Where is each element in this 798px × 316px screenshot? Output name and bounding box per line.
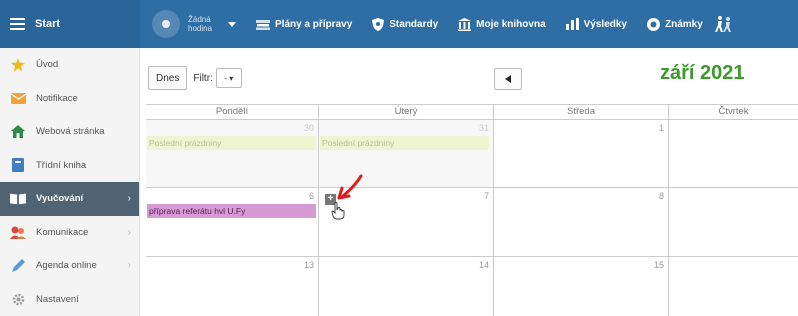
sidebar-item-label: Třídní kniha	[36, 159, 87, 171]
sidebar-item-label: Notifikace	[36, 92, 78, 104]
previous-month-button[interactable]	[494, 68, 522, 90]
nav-plans[interactable]: Plány a přípravy	[256, 19, 352, 30]
day-number: 7	[483, 191, 489, 201]
sidebar-item-uvod[interactable]: Úvod	[0, 48, 139, 82]
calendar-week: 30 Poslední prázdniny 31 Poslední prázdn…	[146, 120, 798, 188]
chevron-right-icon: ›	[127, 193, 131, 205]
nav-grades[interactable]: Známky	[647, 17, 703, 31]
notebook-icon	[10, 158, 26, 173]
holiday-event[interactable]: Poslední prázdniny	[320, 136, 489, 150]
day-number: 13	[303, 260, 314, 270]
sidebar-item-tridni-kniha[interactable]: Třídní kniha	[0, 149, 139, 183]
sidebar-item-label: Úvod	[36, 59, 59, 71]
nav-plans-label: Plány a přípravy	[275, 18, 353, 30]
hamburger-menu-icon[interactable]	[10, 18, 25, 30]
sidebar-item-agenda-online[interactable]: Agenda online ›	[0, 249, 139, 283]
day-number: 14	[478, 260, 489, 270]
chevron-right-icon: ›	[127, 226, 131, 238]
day-headers: Pondělí Úterý Středa Čtvrtek	[146, 104, 798, 120]
people-icon	[10, 225, 26, 239]
nav-results[interactable]: Výsledky	[565, 18, 627, 30]
calendar-day-cell[interactable]: 14	[319, 257, 494, 316]
calendar-day-cell[interactable]	[669, 257, 798, 316]
library-icon	[458, 17, 472, 31]
day-header: Úterý	[319, 105, 494, 119]
calendar-grid: Pondělí Úterý Středa Čtvrtek 30 Poslední…	[146, 104, 798, 316]
calendar-day-cell[interactable]: 1	[494, 120, 669, 187]
no-hour-selector[interactable]: Žádná hodina	[152, 10, 236, 38]
day-number: 31	[478, 123, 489, 133]
hand-cursor-icon	[331, 202, 345, 220]
calendar-day-cell[interactable]	[669, 120, 798, 187]
day-number: 30	[303, 123, 314, 133]
task-event[interactable]: příprava referátu hvl U.Fy	[147, 204, 316, 218]
start-label: Start	[35, 18, 61, 30]
calendar-day-cell[interactable]: 15	[494, 257, 669, 316]
calendar-day-cell[interactable]: 30 Poslední prázdniny	[146, 120, 319, 187]
top-navigation-bar: Start Žádná hodina Plány a přípravy Stan…	[0, 0, 798, 48]
nav-library-label: Moje knihovna	[476, 18, 546, 30]
day-header: Pondělí	[146, 105, 319, 119]
sidebar-item-label: Webová stránka	[36, 126, 105, 138]
day-number: 6	[308, 191, 314, 201]
triangle-left-icon	[505, 75, 511, 83]
book-stack-icon	[256, 19, 270, 30]
today-button[interactable]: Dnes	[148, 66, 188, 90]
shield-icon	[372, 17, 385, 31]
sidebar-item-komunikace[interactable]: Komunikace ›	[0, 216, 139, 250]
sidebar-item-notifikace[interactable]: Notifikace	[0, 82, 139, 116]
calendar-day-cell[interactable]: 8	[494, 188, 669, 256]
star-icon	[10, 57, 26, 72]
sidebar-item-webova-stranka[interactable]: Webová stránka	[0, 115, 139, 149]
badge-icon	[647, 17, 660, 31]
home-icon	[10, 125, 26, 139]
calendar-toolbar: Dnes Filtr: - ▾	[148, 66, 242, 90]
calendar-day-cell[interactable]: 7 +	[319, 174, 494, 256]
nav-results-label: Výsledky	[583, 18, 627, 30]
calendar-day-cell[interactable]: 6 příprava referátu hvl U.Fy	[146, 188, 319, 256]
filter-label: Filtr:	[193, 72, 213, 84]
month-title: září 2021	[660, 62, 745, 84]
chevron-right-icon: ›	[127, 260, 131, 272]
gear-icon	[10, 292, 26, 306]
nav-grades-label: Známky	[665, 18, 703, 30]
no-hour-label: Žádná hodina	[188, 15, 213, 33]
open-book-icon	[10, 192, 26, 206]
hour-circle-icon	[152, 10, 180, 38]
nav-library[interactable]: Moje knihovna	[458, 17, 546, 31]
people-walking-icon[interactable]	[714, 16, 733, 32]
sidebar-item-label: Komunikace	[36, 226, 89, 238]
sidebar-item-label: Agenda online	[36, 260, 97, 272]
red-arrow-annotation	[337, 174, 363, 200]
holiday-event[interactable]: Poslední prázdniny	[147, 136, 316, 150]
calendar-week: 6 příprava referátu hvl U.Fy 7 + 8	[146, 174, 798, 257]
calendar-day-cell[interactable]: 13	[146, 257, 319, 316]
sidebar-item-vyucovani[interactable]: Vyučování ›	[0, 182, 139, 216]
day-number: 1	[658, 123, 664, 133]
sidebar-item-label: Nastavení	[36, 293, 79, 305]
main-content: Dnes Filtr: - ▾ září 2021 Pondělí Úterý …	[140, 48, 798, 316]
calendar-week: 13 14 15	[146, 257, 798, 316]
day-number: 15	[653, 260, 664, 270]
day-header: Čtvrtek	[718, 106, 749, 117]
sidebar: Úvod Notifikace Webová stránka Třídní kn…	[0, 48, 140, 316]
nav-standards-label: Standardy	[389, 18, 439, 30]
day-number: 8	[658, 191, 664, 201]
filter-group: Filtr: - ▾	[193, 68, 242, 88]
envelope-icon	[10, 91, 26, 105]
chevron-down-icon	[228, 21, 236, 27]
nav-standards[interactable]: Standardy	[372, 17, 439, 31]
start-button[interactable]: Start	[0, 0, 140, 48]
bar-chart-icon	[565, 18, 579, 30]
day-header: Středa	[494, 105, 669, 119]
sidebar-item-nastaveni[interactable]: Nastavení	[0, 283, 139, 316]
calendar-day-cell[interactable]	[669, 188, 798, 256]
pencil-icon	[10, 258, 26, 273]
sidebar-item-label: Vyučování	[36, 193, 84, 205]
filter-select[interactable]: - ▾	[215, 68, 242, 88]
